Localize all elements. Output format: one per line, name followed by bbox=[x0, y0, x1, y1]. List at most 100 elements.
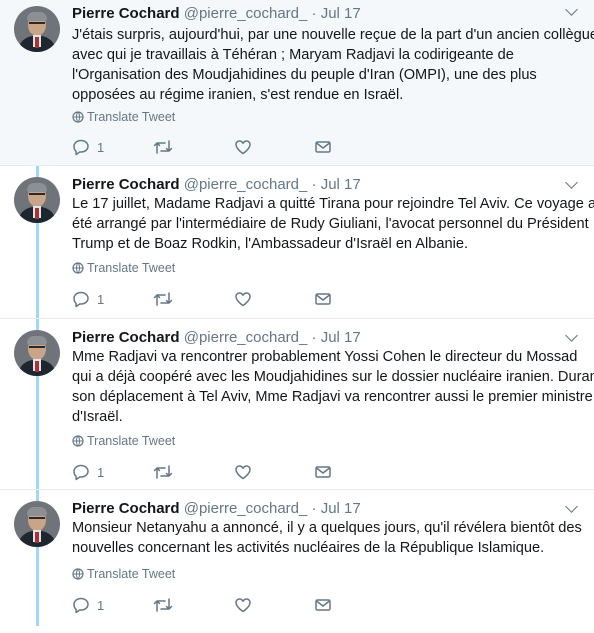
like-icon bbox=[235, 465, 251, 480]
direct-message-button[interactable] bbox=[314, 289, 332, 309]
retweet-button[interactable] bbox=[152, 289, 174, 309]
retweet-icon bbox=[153, 140, 173, 154]
caret-down-icon[interactable] bbox=[565, 500, 578, 513]
tweet-text: Mme Radjavi va rencontrer probablement Y… bbox=[72, 347, 594, 427]
reply-button[interactable]: 1 bbox=[72, 289, 104, 309]
direct-message-button[interactable] bbox=[314, 595, 332, 615]
reply-icon bbox=[73, 291, 89, 308]
retweet-button[interactable] bbox=[152, 137, 174, 157]
like-icon bbox=[235, 598, 251, 613]
translate-label: Translate Tweet bbox=[87, 261, 176, 275]
separator-dot: · bbox=[311, 500, 317, 517]
separator-dot: · bbox=[311, 329, 317, 346]
translate-label: Translate Tweet bbox=[87, 567, 176, 581]
translate-tweet-link[interactable]: Translate Tweet bbox=[72, 109, 175, 125]
tweet-text-line: été arrangé par l'intermédiaire de Rudy … bbox=[72, 216, 589, 232]
like-button[interactable] bbox=[234, 137, 252, 157]
tweet-text-line: Trump et de Boaz Rodkin, l'Ambassadeur d… bbox=[72, 236, 469, 252]
author-handle[interactable]: @pierre_cochard_ bbox=[184, 176, 308, 193]
tweet-date[interactable]: Jul 17 bbox=[321, 500, 361, 517]
tweet-text: Monsieur Netanyahu a annoncé, il y a que… bbox=[72, 518, 584, 558]
translate-tweet-link[interactable]: Translate Tweet bbox=[72, 566, 175, 582]
author-name[interactable]: Pierre Cochard bbox=[72, 500, 180, 517]
translate-label: Translate Tweet bbox=[87, 110, 176, 124]
tweet-actions: 1 bbox=[72, 595, 372, 615]
avatar[interactable] bbox=[14, 177, 60, 223]
reply-count: 1 bbox=[97, 291, 105, 307]
author-handle[interactable]: @pierre_cochard_ bbox=[184, 500, 308, 517]
globe-icon bbox=[72, 262, 84, 274]
dm-icon bbox=[315, 293, 331, 305]
tweet-3[interactable]: Pierre Cochard @pierre_cochard_ · Jul 17… bbox=[0, 319, 594, 489]
tweet-date[interactable]: Jul 17 bbox=[321, 176, 361, 193]
author-name[interactable]: Pierre Cochard bbox=[72, 329, 180, 346]
avatar[interactable] bbox=[14, 330, 60, 376]
tweet-header: Pierre Cochard @pierre_cochard_ · Jul 17 bbox=[72, 5, 361, 23]
retweet-icon bbox=[153, 465, 173, 479]
caret-down-icon[interactable] bbox=[565, 3, 578, 16]
retweet-button[interactable] bbox=[152, 595, 174, 615]
caret-down-icon[interactable] bbox=[565, 329, 578, 342]
separator-dot: · bbox=[311, 5, 317, 22]
tweet-4[interactable]: Pierre Cochard @pierre_cochard_ · Jul 17… bbox=[0, 490, 594, 633]
author-handle[interactable]: @pierre_cochard_ bbox=[184, 5, 308, 22]
retweet-icon bbox=[153, 292, 173, 306]
tweet-text: J'étais surpris, aujourd'hui, par une no… bbox=[72, 25, 594, 105]
like-button[interactable] bbox=[234, 595, 252, 615]
dm-icon bbox=[315, 466, 331, 478]
tweet-header: Pierre Cochard @pierre_cochard_ · Jul 17 bbox=[72, 329, 361, 347]
tweet-actions: 1 bbox=[72, 289, 372, 309]
reply-count: 1 bbox=[97, 139, 105, 155]
retweet-icon bbox=[153, 598, 173, 612]
like-icon bbox=[235, 292, 251, 307]
avatar[interactable] bbox=[14, 501, 60, 547]
tweet-date[interactable]: Jul 17 bbox=[321, 329, 361, 346]
tweet-text-line: avec qui je travaillais à Téhéran ; Mary… bbox=[72, 47, 514, 63]
tweet-actions: 1 bbox=[72, 137, 372, 157]
reply-icon bbox=[73, 597, 89, 614]
like-button[interactable] bbox=[234, 462, 252, 482]
tweet-text-line: J'étais surpris, aujourd'hui, par une no… bbox=[72, 27, 594, 43]
retweet-button[interactable] bbox=[152, 462, 174, 482]
tweet-text-line: Le 17 juillet, Madame Radjavi a quitté T… bbox=[72, 196, 594, 212]
tweet-text: Le 17 juillet, Madame Radjavi a quitté T… bbox=[72, 194, 594, 254]
author-name[interactable]: Pierre Cochard bbox=[72, 176, 180, 193]
like-icon bbox=[235, 140, 251, 155]
tweet-text-line: qui a déjà coopéré avec les Moudjahidine… bbox=[72, 369, 594, 385]
dm-icon bbox=[315, 599, 331, 611]
direct-message-button[interactable] bbox=[314, 462, 332, 482]
translate-tweet-link[interactable]: Translate Tweet bbox=[72, 260, 175, 276]
avatar[interactable] bbox=[14, 6, 60, 52]
author-name[interactable]: Pierre Cochard bbox=[72, 5, 180, 22]
reply-count: 1 bbox=[97, 597, 105, 613]
like-button[interactable] bbox=[234, 289, 252, 309]
tweet-1[interactable]: Pierre Cochard @pierre_cochard_ · Jul 17… bbox=[0, 0, 594, 165]
direct-message-button[interactable] bbox=[314, 137, 332, 157]
tweet-text-line: son déplacement à Tel Aviv, Mme Radjavi … bbox=[72, 389, 593, 405]
tweet-text-line: opposées au régime iranien, s'est rendue… bbox=[72, 87, 404, 103]
reply-button[interactable]: 1 bbox=[72, 462, 104, 482]
globe-icon bbox=[72, 111, 84, 123]
tweet-actions: 1 bbox=[72, 462, 372, 482]
tweet-2[interactable]: Pierre Cochard @pierre_cochard_ · Jul 17… bbox=[0, 166, 594, 318]
tweet-header: Pierre Cochard @pierre_cochard_ · Jul 17 bbox=[72, 176, 361, 194]
reply-count: 1 bbox=[97, 464, 105, 480]
author-handle[interactable]: @pierre_cochard_ bbox=[184, 329, 308, 346]
globe-icon bbox=[72, 568, 84, 580]
tweet-text-line: l'Organisation des Moudjahidines du peup… bbox=[72, 67, 537, 83]
dm-icon bbox=[315, 141, 331, 153]
tweet-date[interactable]: Jul 17 bbox=[321, 5, 361, 22]
tweet-text-line: Monsieur Netanyahu a annoncé, il y a que… bbox=[72, 520, 582, 536]
caret-down-icon[interactable] bbox=[565, 176, 578, 189]
tweet-header: Pierre Cochard @pierre_cochard_ · Jul 17 bbox=[72, 500, 361, 518]
separator-dot: · bbox=[311, 176, 317, 193]
globe-icon bbox=[72, 435, 84, 447]
translate-label: Translate Tweet bbox=[87, 434, 176, 448]
tweet-text-line: nouvelles concernant les activités nuclé… bbox=[72, 540, 545, 556]
reply-button[interactable]: 1 bbox=[72, 137, 104, 157]
reply-button[interactable]: 1 bbox=[72, 595, 104, 615]
reply-icon bbox=[73, 139, 89, 156]
tweet-text-line: Mme Radjavi va rencontrer probablement Y… bbox=[72, 349, 578, 365]
translate-tweet-link[interactable]: Translate Tweet bbox=[72, 433, 175, 449]
reply-icon bbox=[73, 464, 89, 481]
